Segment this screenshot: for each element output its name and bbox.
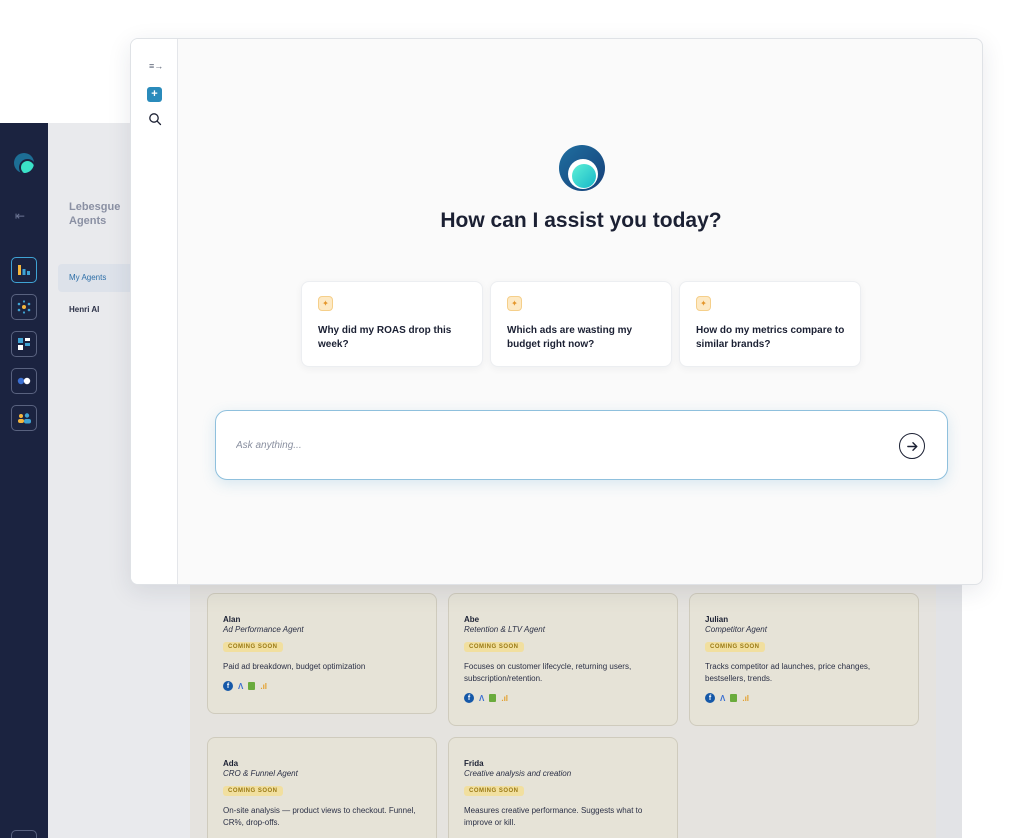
- collapse-menu-icon[interactable]: ⇤: [15, 209, 25, 223]
- assistant-logo-icon: [559, 145, 605, 191]
- suggestion-card-ads-budget[interactable]: ✦ Which ads are wasting my budget right …: [490, 281, 672, 367]
- agent-card-alan[interactable]: Alan Ad Performance Agent COMING SOON Pa…: [207, 593, 437, 714]
- analytics-icon: .ıl: [742, 693, 750, 703]
- agent-role: Ad Performance Agent: [223, 625, 304, 634]
- agent-name: Abe: [464, 615, 480, 624]
- page-title: How can I assist you today?: [440, 209, 722, 232]
- shopify-icon: [248, 682, 256, 690]
- agent-card-frida[interactable]: Frida Creative analysis and creation COM…: [448, 737, 678, 838]
- agent-name: Frida: [464, 759, 484, 768]
- search-icon[interactable]: [148, 112, 162, 126]
- integration-icons: f Λ .ıl: [464, 693, 662, 703]
- brand-title: Lebesgue Agents: [69, 201, 121, 227]
- sparkle-icon: ✦: [696, 296, 711, 311]
- google-ads-icon: Λ: [238, 681, 244, 691]
- ask-box: [215, 410, 948, 480]
- agent-role: Retention & LTV Agent: [464, 625, 545, 634]
- agent-role: CRO & Funnel Agent: [223, 769, 298, 778]
- agent-name: Ada: [223, 759, 239, 768]
- agent-card-abe[interactable]: Abe Retention & LTV Agent COMING SOON Fo…: [448, 593, 678, 726]
- chat-window: ≡→ + How can I assist you today? ✦ Why d…: [130, 38, 983, 585]
- sidebar-item-henri-ai[interactable]: Henri AI: [69, 305, 99, 314]
- suggestion-card-roas[interactable]: ✦ Why did my ROAS drop this week?: [301, 281, 483, 367]
- suggestion-card-metrics[interactable]: ✦ How do my metrics compare to similar b…: [679, 281, 861, 367]
- status-badge: COMING SOON: [223, 786, 283, 796]
- lebesgue-logo-icon: [14, 153, 34, 173]
- agent-role: Competitor Agent: [705, 625, 767, 634]
- analytics-icon: .ıl: [260, 681, 268, 691]
- sparkle-icon: ✦: [318, 296, 333, 311]
- network-icon[interactable]: [11, 294, 37, 320]
- google-ads-icon: Λ: [720, 693, 726, 703]
- integration-icons: f Λ .ıl: [705, 693, 903, 703]
- sparkle-icon: ✦: [507, 296, 522, 311]
- shopify-icon: [489, 694, 497, 702]
- team-icon[interactable]: [11, 405, 37, 431]
- agent-role: Creative analysis and creation: [464, 769, 572, 778]
- agent-description: Tracks competitor ad launches, price cha…: [705, 662, 871, 683]
- agent-description: Focuses on customer lifecycle, returning…: [464, 662, 632, 683]
- status-badge: COMING SOON: [223, 642, 283, 652]
- facebook-icon: f: [464, 693, 474, 703]
- profile-button[interactable]: [11, 830, 37, 838]
- suggestion-text: Which ads are wasting my budget right no…: [507, 325, 633, 350]
- facebook-icon: f: [705, 693, 715, 703]
- agent-description: On-site analysis — product views to chec…: [223, 806, 416, 827]
- agent-name: Julian: [705, 615, 729, 624]
- ask-input[interactable]: [236, 435, 876, 455]
- suggestion-text: Why did my ROAS drop this week?: [318, 325, 452, 350]
- integration-icons: f Λ .ıl: [223, 681, 421, 691]
- grid-icon[interactable]: [11, 331, 37, 357]
- status-badge: COMING SOON: [464, 786, 524, 796]
- google-ads-icon: Λ: [479, 693, 485, 703]
- icon-rail: ⇤: [0, 123, 48, 838]
- send-button[interactable]: [899, 433, 925, 459]
- analytics-icon: .ıl: [501, 693, 509, 703]
- sidebar-item-label: My Agents: [69, 273, 107, 282]
- dashboard-icon[interactable]: [11, 257, 37, 283]
- agent-description: Measures creative performance. Suggests …: [464, 806, 643, 827]
- status-badge: COMING SOON: [705, 642, 765, 652]
- integrations-icon[interactable]: [11, 368, 37, 394]
- agent-card-ada[interactable]: Ada CRO & Funnel Agent COMING SOON On-si…: [207, 737, 437, 838]
- facebook-icon: f: [223, 681, 233, 691]
- new-chat-button[interactable]: +: [147, 87, 162, 102]
- suggestion-text: How do my metrics compare to similar bra…: [696, 325, 845, 350]
- arrow-right-icon: [906, 441, 917, 451]
- sidebar-toggle-icon[interactable]: ≡→: [149, 61, 163, 71]
- shopify-icon: [730, 694, 738, 702]
- agent-name: Alan: [223, 615, 241, 624]
- agent-description: Paid ad breakdown, budget optimization: [223, 662, 366, 671]
- chat-sidebar: ≡→ +: [131, 39, 178, 584]
- status-badge: COMING SOON: [464, 642, 524, 652]
- agent-card-julian[interactable]: Julian Competitor Agent COMING SOON Trac…: [689, 593, 919, 726]
